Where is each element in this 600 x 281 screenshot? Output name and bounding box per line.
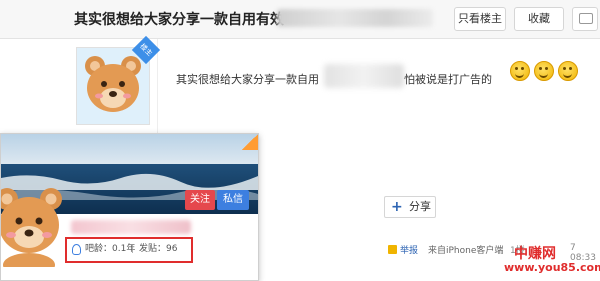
user-stats-highlight: 吧龄：0.1年 | 发贴：96	[65, 237, 193, 263]
follow-button[interactable]: 关注	[185, 190, 215, 210]
watermark-url: www.you85.com	[504, 261, 600, 274]
laughing-emoji-icon	[558, 61, 578, 81]
post-count: 发贴：96	[139, 244, 178, 254]
favorite-button[interactable]: 收藏	[514, 7, 564, 31]
card-avatar-bear-icon[interactable]	[0, 179, 67, 267]
stats-separator: |	[131, 244, 135, 254]
author-avatar[interactable]	[76, 47, 150, 125]
laughing-emoji-icon	[510, 61, 530, 81]
post-source: 来自iPhone客户端	[428, 246, 504, 256]
thread-title: 其实很想给大家分享一款自用有效	[74, 12, 284, 28]
share-button[interactable]: + 分享	[384, 196, 436, 218]
report-icon	[388, 245, 397, 254]
comment-button[interactable]	[572, 7, 598, 31]
forum-age-icon	[72, 244, 81, 255]
post-text-end: 怕被说是打广告的	[404, 73, 492, 86]
thread-header: 其实很想给大家分享一款自用有效 只看楼主 收藏	[0, 0, 600, 39]
forum-age: 吧龄：0.1年	[85, 244, 136, 254]
post-time: 7 08:33	[570, 243, 596, 263]
post-redacted-blur	[324, 64, 404, 88]
share-label: 分享	[409, 200, 431, 213]
report-link[interactable]: 举报	[400, 243, 418, 256]
user-hover-card: 关注 私信 吧龄：0.1年 | 发贴：96	[0, 133, 259, 281]
watermark-logo: 中赚网	[514, 246, 556, 262]
card-corner-ribbon	[242, 134, 258, 150]
post-text-start: 其实很想给大家分享一款自用	[176, 73, 319, 86]
laughing-emoji-icon	[534, 61, 554, 81]
comment-icon	[579, 13, 593, 24]
only-op-button[interactable]: 只看楼主	[454, 7, 506, 31]
bear-avatar-icon	[77, 48, 149, 124]
title-redacted-blur	[277, 9, 433, 27]
message-button[interactable]: 私信	[217, 190, 249, 210]
username-redacted-blur	[71, 220, 191, 234]
share-plus-icon: +	[391, 199, 403, 215]
